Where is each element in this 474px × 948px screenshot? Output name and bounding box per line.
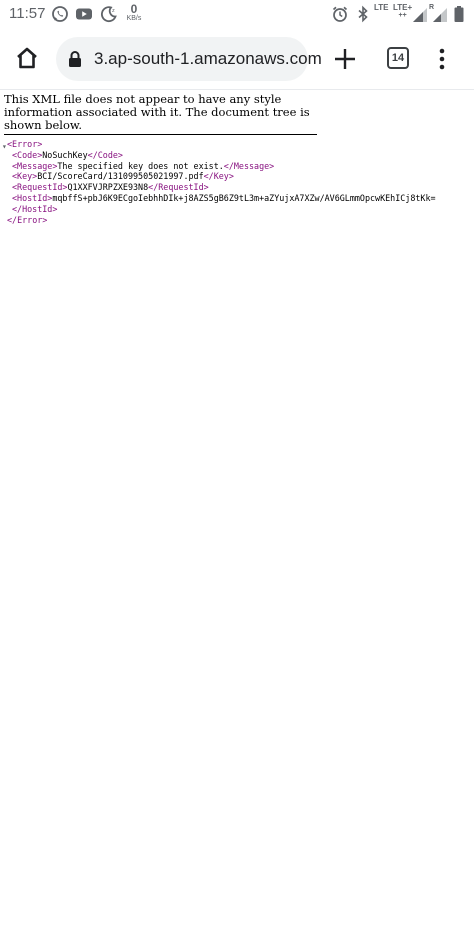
bluetooth-icon [358, 5, 368, 23]
status-time: 11:57 [9, 5, 46, 22]
network-speed-value: 0 [130, 2, 138, 16]
info-divider [4, 134, 317, 135]
xml-error-close-line: </Error> [0, 215, 474, 226]
lte-indicator-1: LTE [374, 3, 389, 12]
collapse-toggle[interactable]: ▾ [2, 142, 7, 153]
xml-code-value: NoSuchKey [42, 149, 88, 160]
whatsapp-icon [52, 6, 68, 22]
xml-tag: <Error> [7, 139, 43, 149]
xml-message-value: The specified key does not exist. [57, 160, 224, 171]
xml-error-open-line: <Error> [0, 139, 474, 150]
xml-hostid-value: mqbffS+pbJ6K9ECgoIebhhDIk+j8AZS5gB6Z9tL3… [52, 192, 436, 203]
xml-message-line: <Message>The specified key does not exis… [0, 161, 474, 172]
browser-toolbar: 3.ap-south-1.amazonaws.com 14 [0, 30, 474, 88]
xml-requestid-value: Q1XXFVJRPZXE93N8 [67, 182, 149, 193]
lte-indicator-2-sub: ++ [398, 12, 407, 19]
plus-icon[interactable] [333, 47, 357, 71]
lock-icon [69, 51, 81, 67]
night-mode-icon: z [101, 6, 117, 23]
toolbar-divider [0, 89, 474, 90]
home-icon[interactable] [12, 43, 42, 73]
xml-tag: <Message> [12, 160, 58, 171]
xml-tag: </Error> [7, 214, 48, 225]
lte-indicator-2-label: LTE+ [393, 3, 413, 12]
lte-indicator-2: LTE+ ++ [393, 3, 413, 20]
xml-hostid-close-line: </HostId> [0, 204, 474, 215]
xml-tag: </Message> [223, 160, 275, 171]
xml-tree: ▾ <Error> <Code>NoSuchKey</Code> <Messag… [0, 139, 474, 225]
xml-key-value: BCI/ScoreCard/131099505021997.pdf [37, 171, 204, 182]
network-speed-unit: KB/s [126, 15, 142, 22]
xml-requestid-line: <RequestId>Q1XXFVJRPZXE93N8</RequestId> [0, 182, 474, 193]
xml-code-line: <Code>NoSuchKey</Code> [0, 150, 474, 161]
xml-tag: <HostId> [12, 192, 53, 203]
battery-icon [454, 6, 464, 22]
youtube-icon [76, 8, 92, 20]
more-vert-icon[interactable] [434, 47, 450, 71]
tab-switcher-button[interactable]: 14 [387, 47, 409, 69]
xml-tag: <Key> [12, 171, 38, 182]
xml-key-line: <Key>BCI/ScoreCard/131099505021997.pdf</… [0, 171, 474, 182]
xml-tag: </RequestId> [148, 182, 209, 193]
network-speed: 0 KB/s [124, 3, 144, 22]
status-bar: 11:57 z 0 KB/s LTE LTE+ ++ R [0, 0, 474, 30]
url-text[interactable]: 3.ap-south-1.amazonaws.com [94, 49, 322, 69]
address-bar[interactable]: 3.ap-south-1.amazonaws.com [56, 37, 322, 81]
xml-tag: <RequestId> [12, 182, 68, 193]
xml-hostid-line: <HostId>mqbffS+pbJ6K9ECgoIebhhDIk+j8AZS5… [0, 193, 474, 204]
signal-icon [413, 8, 427, 22]
xml-tag: </Key> [203, 171, 234, 182]
xml-tag: </Code> [87, 149, 123, 160]
svg-text:z: z [112, 8, 115, 14]
signal-icon [433, 8, 447, 22]
xml-style-info: This XML file does not appear to have an… [4, 92, 310, 132]
xml-tag: <Code> [12, 149, 43, 160]
xml-tag: </HostId> [12, 203, 58, 214]
alarm-icon [332, 6, 348, 22]
